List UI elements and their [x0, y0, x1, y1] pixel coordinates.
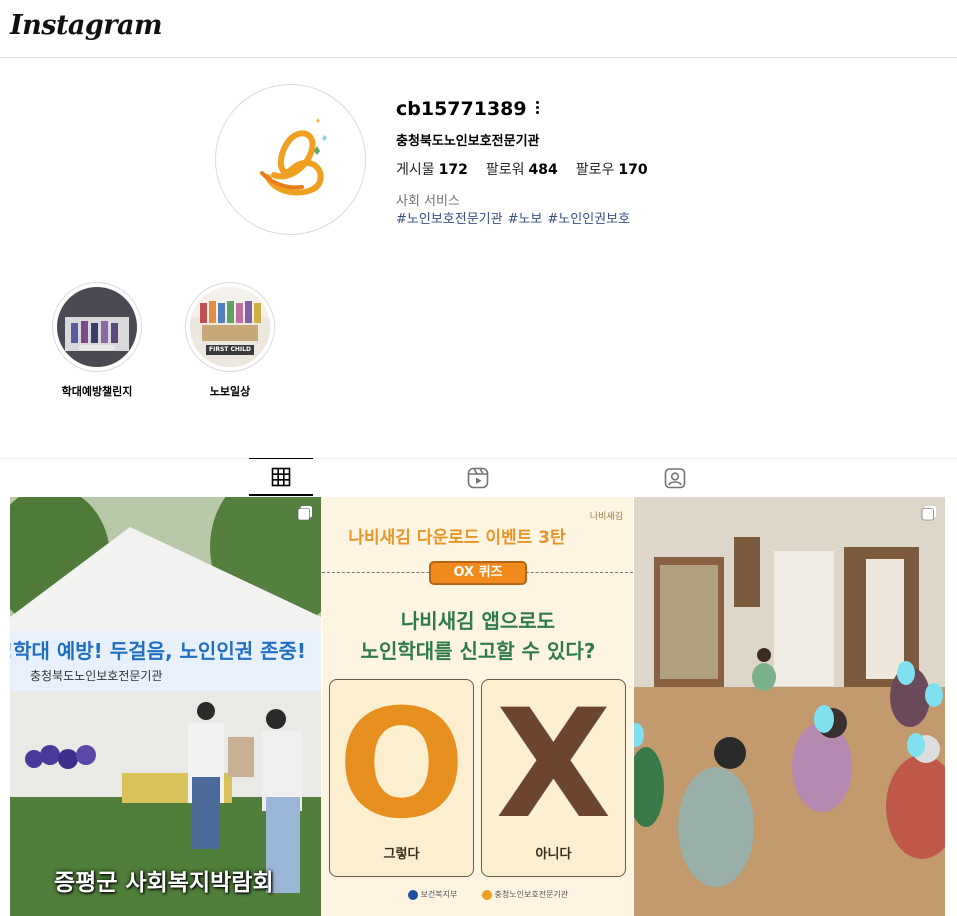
group-photo-icon: [190, 287, 270, 367]
x-label: 아니다: [535, 847, 572, 862]
profile-category: 사회 서비스: [396, 194, 460, 209]
quiz-question-line2: 노인학대를 신고할 수 있다?: [360, 639, 596, 663]
profile-full-name: 충청북도노인보호전문기관: [396, 134, 540, 149]
stat-following[interactable]: 팔로우 170: [576, 159, 648, 179]
post-tile-visit[interactable]: [634, 497, 945, 916]
quiz-badge: OX 퀴즈: [429, 561, 527, 585]
stat-posts-label: 게시물: [396, 162, 435, 178]
highlight-ring: [52, 282, 142, 372]
stat-following-count: 170: [618, 162, 648, 178]
hashtag-link[interactable]: #노인보호전문기관: [396, 208, 503, 227]
profile-stats: 게시물 172 팔로워 484 팔로우 170: [396, 159, 648, 179]
highlight-thumbnail: [57, 287, 137, 367]
carousel-icon: [297, 506, 312, 521]
highlight-abuse-prevention[interactable]: 학대예방챌린지: [52, 282, 142, 399]
highlight-label: 노보일상: [209, 385, 251, 398]
highlight-ring: FIRST CHILD: [185, 282, 275, 372]
post-tile-ox-quiz[interactable]: 나비새김 다운로드 이벤트 3탄 나비새김 OX 퀴즈 나비새김 앱으로도 노인…: [322, 497, 633, 916]
ministry-logo-icon: [408, 889, 418, 900]
hashtag-link[interactable]: #노인인권보호: [547, 208, 630, 227]
post-title: 나비새김 다운로드 이벤트 3탄: [348, 528, 566, 548]
highlight-daily[interactable]: FIRST CHILD 노보일상: [185, 282, 275, 399]
highlight-label: 학대예방챌린지: [61, 385, 133, 398]
profile-hashtags: #노인보호전문기관 #노보 #노인인권보호: [396, 208, 630, 227]
carousel-icon: [921, 506, 936, 521]
post-grid: !학대 예방! 두걸음, 노인인권 존중! 충청북도노인보호전문기관 증평군 사…: [10, 497, 945, 916]
stat-followers-count: 484: [528, 162, 558, 178]
post-photo-room: [634, 497, 945, 916]
reels-icon: [467, 467, 489, 489]
top-bar: Instagram: [0, 0, 957, 58]
footer-ministry: 보건복지부: [408, 889, 457, 900]
tab-posts[interactable]: [249, 458, 313, 496]
hashtag-link[interactable]: #노보: [508, 208, 543, 227]
highlight-badge: FIRST CHILD: [209, 346, 251, 353]
post-brand: 나비새김: [589, 512, 623, 522]
post-tile-expo[interactable]: !학대 예방! 두걸음, 노인인권 존중! 충청북도노인보호전문기관 증평군 사…: [10, 497, 321, 916]
stat-posts-count: 172: [438, 162, 468, 178]
post-photo-tent: [10, 497, 321, 916]
footer-agency: 충청노인보호전문기관: [482, 889, 568, 900]
group-photo-icon: [57, 287, 137, 367]
answer-card-o: O 그렇다: [329, 679, 474, 877]
quiz-question-line1: 나비새김 앱으로도: [400, 609, 556, 633]
profile-username: cb15771389: [396, 98, 527, 120]
tab-reels[interactable]: [446, 459, 510, 497]
highlight-thumbnail: FIRST CHILD: [190, 287, 270, 367]
o-label: 그렇다: [383, 847, 420, 862]
grid-icon: [271, 467, 291, 486]
footer-agency-text: 충청노인보호전문기관: [494, 890, 569, 899]
post-org-name: 충청북도노인보호전문기관: [30, 669, 163, 683]
agency-logo-icon: [482, 889, 492, 900]
tagged-icon: [664, 468, 686, 489]
stat-followers-label: 팔로워: [485, 162, 525, 178]
profile-avatar[interactable]: [215, 84, 366, 235]
stat-following-label: 팔로우: [575, 162, 615, 178]
instagram-logo[interactable]: Instagram: [10, 10, 163, 41]
x-letter: X: [495, 678, 612, 852]
tab-tagged[interactable]: [643, 459, 707, 497]
post-slogan: !학대 예방! 두걸음, 노인인권 존중!: [10, 639, 307, 663]
post-caption: 증평군 사회복지박람회: [54, 870, 274, 896]
o-letter: O: [337, 678, 466, 852]
stat-followers[interactable]: 팔로워 484: [486, 159, 558, 179]
butterfly-logo-icon: [260, 118, 327, 196]
answer-card-x: X 아니다: [481, 679, 626, 877]
stat-posts[interactable]: 게시물 172: [396, 159, 468, 179]
more-options-icon[interactable]: [530, 99, 544, 117]
footer-ministry-text: 보건복지부: [420, 890, 458, 899]
profile-tabs: [0, 458, 957, 496]
